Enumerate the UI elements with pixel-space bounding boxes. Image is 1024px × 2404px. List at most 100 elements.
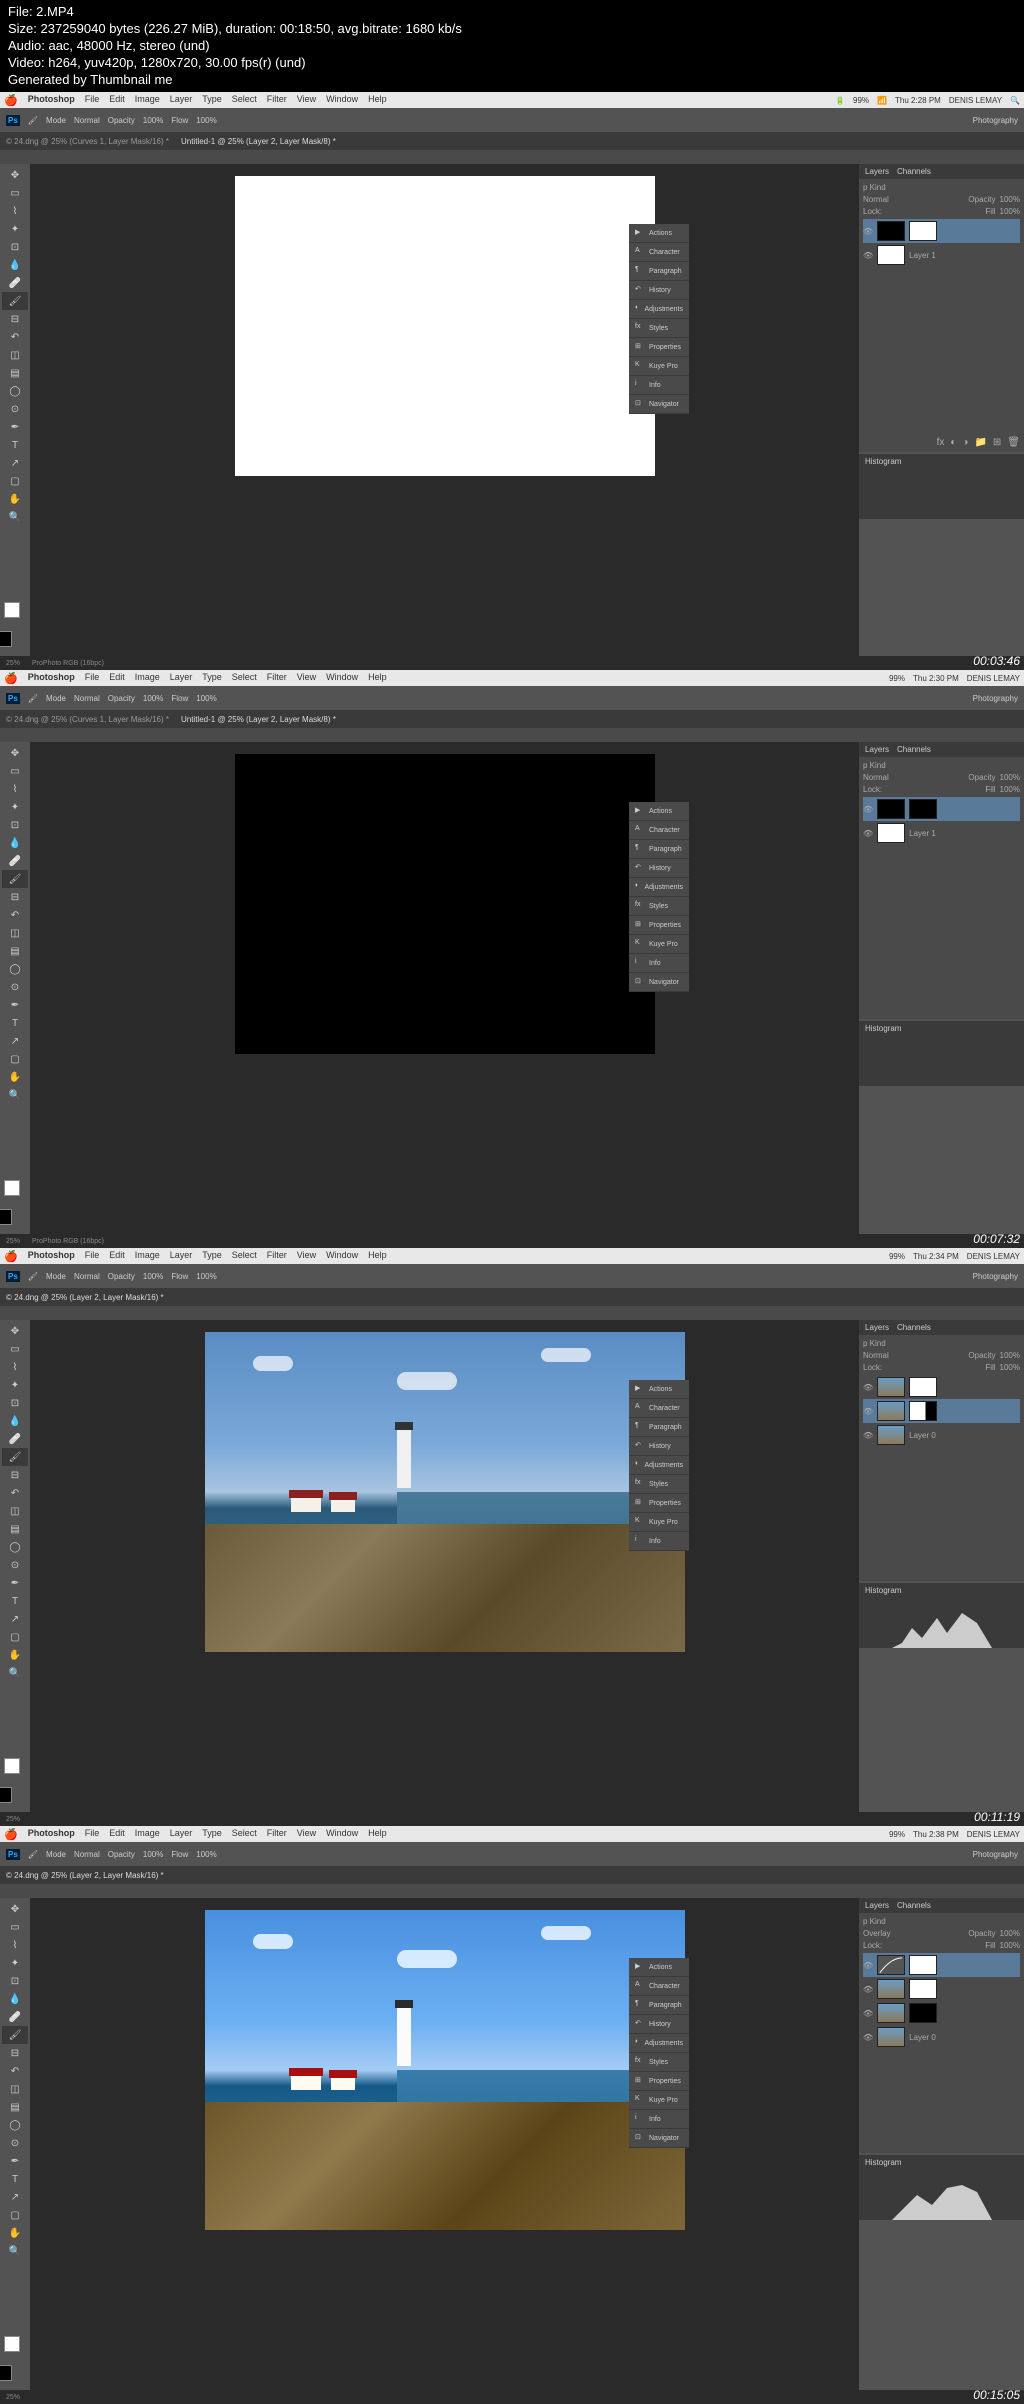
histogram-tab[interactable]: Histogram [865, 457, 901, 466]
healing-tool[interactable]: 🩹 [2, 274, 28, 292]
panel-styles[interactable]: fxStyles [629, 1475, 689, 1494]
mask-icon[interactable]: ◐ [950, 437, 956, 448]
layer-mask-thumb[interactable] [909, 1377, 937, 1397]
menu-layer[interactable]: Layer [170, 94, 193, 107]
move-tool[interactable]: ✥ [2, 1322, 28, 1340]
menu-filter[interactable]: Filter [267, 1828, 287, 1841]
menu-help[interactable]: Help [368, 1250, 387, 1263]
zoom-tool[interactable]: 🔍 [2, 508, 28, 526]
opacity-value[interactable]: 100% [143, 116, 163, 125]
gradient-tool[interactable]: ▤ [2, 364, 28, 382]
history-brush-tool[interactable]: ↶ [2, 2062, 28, 2080]
visibility-icon[interactable]: 👁 [863, 251, 873, 260]
visibility-icon[interactable]: 👁 [863, 1431, 873, 1440]
zoom-level[interactable]: 25% [6, 660, 20, 667]
panel-paragraph[interactable]: ¶Paragraph [629, 1996, 689, 2015]
menu-filter[interactable]: Filter [267, 94, 287, 107]
menu-help[interactable]: Help [368, 94, 387, 107]
foreground-color[interactable] [4, 1180, 20, 1196]
fill-value[interactable]: 100% [1000, 1941, 1020, 1950]
zoom-tool[interactable]: 🔍 [2, 2242, 28, 2260]
new-layer-icon[interactable]: ⊞ [993, 437, 1001, 448]
trash-icon[interactable]: 🗑 [1007, 437, 1020, 448]
opacity-value[interactable]: 100% [1000, 195, 1020, 204]
canvas-area[interactable]: ▶Actions ACharacter ¶Paragraph ↶History … [30, 742, 859, 1234]
workspace-label[interactable]: Photography [973, 1850, 1018, 1859]
history-brush-tool[interactable]: ↶ [2, 1484, 28, 1502]
opacity-value[interactable]: 100% [143, 694, 163, 703]
menu-type[interactable]: Type [202, 672, 222, 685]
eyedropper-tool[interactable]: 💧 [2, 1412, 28, 1430]
blend-mode[interactable]: Normal [863, 195, 889, 204]
layer-row[interactable]: 👁 Layer 1 [863, 821, 1020, 845]
menu-file[interactable]: File [85, 1250, 100, 1263]
panel-actions[interactable]: ▶Actions [629, 224, 689, 243]
layer-thumb[interactable] [877, 1401, 905, 1421]
gradient-tool[interactable]: ▤ [2, 1520, 28, 1538]
background-color[interactable] [0, 631, 12, 647]
canvas[interactable] [235, 176, 655, 476]
wand-tool[interactable]: ✦ [2, 798, 28, 816]
panel-paragraph[interactable]: ¶Paragraph [629, 262, 689, 281]
dodge-tool[interactable]: ⊙ [2, 978, 28, 996]
foreground-color[interactable] [4, 1758, 20, 1774]
opacity-value[interactable]: 100% [1000, 773, 1020, 782]
doc-tab-2[interactable]: Untitled-1 @ 25% (Layer 2, Layer Mask/8)… [181, 137, 336, 146]
type-tool[interactable]: T [2, 1592, 28, 1610]
kind-filter[interactable]: p Kind [863, 761, 886, 770]
ps-icon[interactable]: Ps [6, 1849, 20, 1860]
stamp-tool[interactable]: ⊟ [2, 310, 28, 328]
blur-tool[interactable]: ◯ [2, 382, 28, 400]
visibility-icon[interactable]: 👁 [863, 227, 873, 236]
dodge-tool[interactable]: ⊙ [2, 1556, 28, 1574]
pen-tool[interactable]: ✒ [2, 2152, 28, 2170]
hand-tool[interactable]: ✋ [2, 1646, 28, 1664]
healing-tool[interactable]: 🩹 [2, 852, 28, 870]
flow-value[interactable]: 100% [196, 1272, 216, 1281]
shape-tool[interactable]: ▢ [2, 2206, 28, 2224]
brush-icon[interactable]: 🖌 [28, 116, 38, 125]
visibility-icon[interactable]: 👁 [863, 1985, 873, 1994]
panel-navigator[interactable]: ⊡Navigator [629, 973, 689, 992]
panel-styles[interactable]: fxStyles [629, 2053, 689, 2072]
layer-row[interactable]: 👁 Layer 0 [863, 1423, 1020, 1447]
menu-image[interactable]: Image [135, 1828, 160, 1841]
visibility-icon[interactable]: 👁 [863, 1383, 873, 1392]
doc-tab-1[interactable]: © 24.dng @ 25% (Curves 1, Layer Mask/16)… [6, 137, 169, 146]
move-tool[interactable]: ✥ [2, 1900, 28, 1918]
zoom-level[interactable]: 25% [6, 1238, 20, 1245]
panel-kuye[interactable]: KKuye Pro [629, 357, 689, 376]
doc-tab-1[interactable]: © 24.dng @ 25% (Layer 2, Layer Mask/16) … [6, 1871, 164, 1880]
layer-mask-thumb[interactable] [909, 1955, 937, 1975]
background-color[interactable] [0, 1787, 12, 1803]
layer-row[interactable]: 👁 [863, 1977, 1020, 2001]
layers-tab[interactable]: Layers [865, 167, 889, 176]
flow-value[interactable]: 100% [196, 694, 216, 703]
panel-adjustments[interactable]: ◐Adjustments [629, 300, 689, 319]
panel-adjustments[interactable]: ◐Adjustments [629, 878, 689, 897]
layer-mask-thumb[interactable] [909, 1401, 937, 1421]
wand-tool[interactable]: ✦ [2, 1954, 28, 1972]
brush-icon[interactable]: 🖌 [28, 694, 38, 703]
panel-actions[interactable]: ▶Actions [629, 1380, 689, 1399]
path-tool[interactable]: ↗ [2, 1610, 28, 1628]
layer-thumb[interactable] [877, 1377, 905, 1397]
flow-value[interactable]: 100% [196, 1850, 216, 1859]
layer-thumb[interactable] [877, 1425, 905, 1445]
canvas-area[interactable]: ▶Actions ACharacter ¶Paragraph ↶History … [30, 1320, 859, 1812]
shape-tool[interactable]: ▢ [2, 472, 28, 490]
menu-view[interactable]: View [297, 672, 316, 685]
brush-icon[interactable]: 🖌 [28, 1272, 38, 1281]
menu-file[interactable]: File [85, 672, 100, 685]
panel-history[interactable]: ↶History [629, 1437, 689, 1456]
layer-name[interactable]: Layer 0 [909, 1431, 936, 1440]
panel-history[interactable]: ↶History [629, 859, 689, 878]
doc-tab-1[interactable]: © 24.dng @ 25% (Curves 1, Layer Mask/16)… [6, 715, 169, 724]
menu-edit[interactable]: Edit [109, 672, 125, 685]
hand-tool[interactable]: ✋ [2, 1068, 28, 1086]
gradient-tool[interactable]: ▤ [2, 2098, 28, 2116]
canvas-area[interactable]: ▶Actions ACharacter ¶Paragraph ↶History … [30, 1898, 859, 2390]
mode-value[interactable]: Normal [74, 116, 100, 125]
app-name[interactable]: Photoshop [28, 94, 75, 107]
marquee-tool[interactable]: ▭ [2, 1340, 28, 1358]
